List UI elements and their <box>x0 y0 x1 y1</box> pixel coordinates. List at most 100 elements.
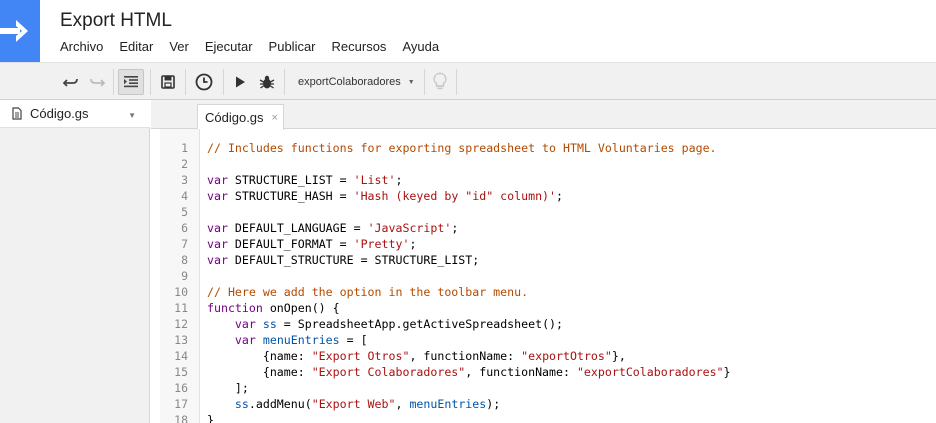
debug-button[interactable] <box>255 69 279 95</box>
code-token: {name: <box>207 349 312 363</box>
line-number: 4 <box>181 189 188 203</box>
code-token: } <box>207 413 214 423</box>
clock-icon <box>195 73 213 91</box>
apps-script-logo[interactable] <box>0 0 40 62</box>
code-token: menuEntries <box>262 333 340 347</box>
line-number: 18 <box>174 413 188 423</box>
tab-codigo-gs[interactable]: Código.gs × <box>197 104 284 130</box>
redo-icon <box>90 78 105 87</box>
play-icon <box>236 76 245 88</box>
toolbar-divider <box>150 69 151 95</box>
line-number: 3 <box>181 173 188 187</box>
line-number: 1 <box>181 141 188 155</box>
undo-button[interactable] <box>60 69 82 95</box>
code-line: var ss = SpreadsheetApp.getActiveSpreads… <box>207 316 563 332</box>
line-number: 2 <box>181 157 188 171</box>
file-icon <box>12 107 22 120</box>
code-token: ss <box>234 397 249 411</box>
save-button[interactable] <box>156 69 180 95</box>
chevron-down-icon: ▼ <box>407 78 415 86</box>
code-token: 'Hash (keyed by "id" column)' <box>353 189 557 203</box>
toolbar-divider <box>185 69 186 95</box>
toolbar-divider <box>456 69 457 95</box>
code-token: DEFAULT_FORMAT = <box>227 237 354 251</box>
toolbar-divider <box>223 69 224 95</box>
code-token: DEFAULT_STRUCTURE = STRUCTURE_LIST; <box>227 253 480 267</box>
line-number: 5 <box>181 205 188 219</box>
code-token: {name: <box>207 365 312 379</box>
tab-label: Código.gs <box>205 110 264 125</box>
code-token: STRUCTURE_HASH = <box>227 189 354 203</box>
line-number: 10 <box>174 285 188 299</box>
code-line: // Includes functions for exporting spre… <box>207 140 717 156</box>
code-token: "Export Web" <box>311 397 396 411</box>
code-line: var DEFAULT_LANGUAGE = 'JavaScript'; <box>207 220 458 236</box>
code-token: 'Pretty' <box>353 237 410 251</box>
line-number-gutter: 1 2 3 4 5 6 7 8 9 10 11 12 13 14 15 16 17 18 <box>160 129 200 423</box>
code-token: ss <box>262 317 277 331</box>
function-select-value: exportColaboradores <box>298 76 401 88</box>
line-number: 11 <box>174 301 188 315</box>
line-number: 15 <box>174 365 188 379</box>
triggers-button[interactable] <box>191 69 217 95</box>
code-token: , functionName: <box>465 365 577 379</box>
save-icon <box>161 75 175 89</box>
code-token: "Export Colaboradores" <box>311 365 466 379</box>
code-line: {name: "Export Colaboradores", functionN… <box>207 364 731 380</box>
code-line: } <box>207 412 214 423</box>
code-token: // Includes functions for exporting spre… <box>207 141 717 155</box>
code-token: = SpreadsheetApp.getActiveSpreadsheet(); <box>276 317 564 331</box>
toolbar-divider <box>284 69 285 95</box>
code-token: // Here we add the option in the toolbar… <box>207 285 529 299</box>
menu-ver[interactable]: Ver <box>169 39 189 55</box>
line-number: 7 <box>181 237 188 251</box>
code-token: }, <box>611 349 626 363</box>
code-token: var <box>207 253 228 267</box>
close-icon[interactable]: × <box>272 112 278 124</box>
code-line: // Here we add the option in the toolbar… <box>207 284 528 300</box>
menu-publicar[interactable]: Publicar <box>269 39 316 55</box>
code-token: , <box>395 397 410 411</box>
code-line: ]; <box>207 380 249 396</box>
line-number: 16 <box>174 381 188 395</box>
line-number: 6 <box>181 221 188 235</box>
arrow-right-icon <box>0 20 28 42</box>
indent-toggle-button[interactable] <box>118 69 144 95</box>
run-button[interactable] <box>229 69 251 95</box>
code-token: DEFAULT_LANGUAGE = <box>227 221 368 235</box>
menu-editar[interactable]: Editar <box>119 39 153 55</box>
code-line: var STRUCTURE_HASH = 'Hash (keyed by "id… <box>207 188 563 204</box>
code-token: ; <box>395 173 403 187</box>
menu-ayuda[interactable]: Ayuda <box>402 39 439 55</box>
menu-ejecutar[interactable]: Ejecutar <box>205 39 253 55</box>
code-token: "exportOtros" <box>521 349 612 363</box>
menu-recursos[interactable]: Recursos <box>332 39 387 55</box>
line-number: 14 <box>174 349 188 363</box>
redo-button[interactable] <box>86 69 108 95</box>
project-title[interactable]: Export HTML <box>60 10 172 32</box>
file-sidebar: Código.gs ▼ <box>0 100 150 423</box>
code-token: 'JavaScript' <box>367 221 452 235</box>
indent-icon <box>124 76 138 88</box>
editor-tabbar: Código.gs × <box>151 100 936 130</box>
code-token: .addMenu( <box>248 397 312 411</box>
code-token: var <box>207 221 228 235</box>
sidebar-file-item[interactable]: Código.gs ▼ <box>0 100 150 128</box>
toolbar: exportColaboradores ▼ <box>0 62 936 100</box>
code-token: ); <box>486 397 501 411</box>
menu-archivo[interactable]: Archivo <box>60 39 103 55</box>
function-select[interactable]: exportColaboradores ▼ <box>286 69 422 95</box>
code-line: function onOpen() { <box>207 300 340 316</box>
code-line: {name: "Export Otros", functionName: "ex… <box>207 348 626 364</box>
lightbulb-icon <box>433 72 447 90</box>
bug-icon <box>259 75 275 89</box>
execution-hints-button[interactable] <box>428 69 452 95</box>
chevron-down-icon[interactable]: ▼ <box>128 111 136 120</box>
undo-icon <box>63 78 78 87</box>
code-token: ; <box>409 237 417 251</box>
line-number: 8 <box>181 253 188 267</box>
